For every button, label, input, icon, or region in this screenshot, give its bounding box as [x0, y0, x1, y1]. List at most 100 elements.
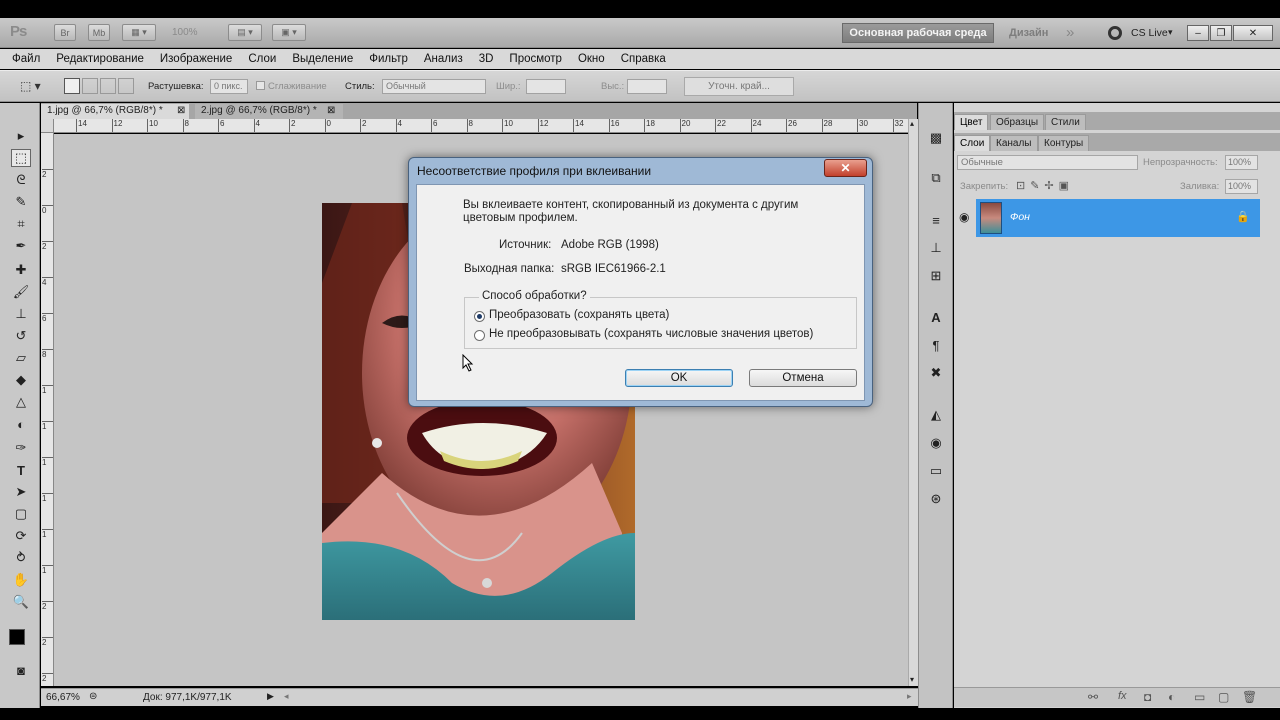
height-input[interactable]	[627, 79, 667, 94]
history-panel-icon[interactable]: ⧉	[926, 169, 946, 187]
status-icon[interactable]: ⊜	[89, 691, 97, 702]
close-tab-icon[interactable]: ⊠	[327, 105, 335, 116]
layer-row-background[interactable]: Фон 🔒	[976, 199, 1260, 237]
type-tool-icon[interactable]: T	[11, 461, 31, 479]
trash-icon[interactable]: 🗑	[1242, 690, 1257, 704]
vertical-scrollbar[interactable]: ▴ ▾	[908, 119, 918, 686]
dont-convert-option-label[interactable]: Не преобразовывать (сохранять числовые з…	[489, 328, 813, 340]
feather-input[interactable]: 0 пикс.	[210, 79, 248, 94]
layer-mask-icon[interactable]: ◘	[1144, 690, 1151, 704]
add-selection-icon[interactable]	[82, 78, 98, 94]
arrange-documents-dropdown[interactable]: ▤ ▾	[228, 24, 262, 41]
paragraph-panel-icon[interactable]: ¶	[926, 336, 946, 354]
intersect-selection-icon[interactable]	[118, 78, 134, 94]
clone-stamp-tool-icon[interactable]: ⊥	[11, 305, 31, 323]
tab-layers[interactable]: Слои	[954, 135, 991, 151]
bridge-button[interactable]: Br	[54, 24, 76, 41]
3d-rotate-tool-icon[interactable]: ⟳	[11, 527, 31, 545]
tab-document-2[interactable]: 2.jpg @ 66,7% (RGB/8*) * ⊠	[195, 104, 343, 119]
menu-file[interactable]: Файл	[12, 53, 40, 65]
menu-filter[interactable]: Фильтр	[369, 53, 408, 65]
ok-button[interactable]: OK	[625, 369, 733, 387]
scroll-right-icon[interactable]: ▸	[907, 691, 912, 702]
close-tab-icon[interactable]: ⊠	[177, 105, 185, 116]
dont-convert-radio[interactable]	[474, 330, 485, 341]
crop-tool-icon[interactable]: ⌗	[11, 215, 31, 233]
dodge-tool-icon[interactable]: ◐	[11, 415, 31, 433]
menu-image[interactable]: Изображение	[160, 53, 232, 65]
eye-visibility-icon[interactable]: ◉	[959, 210, 969, 224]
new-group-icon[interactable]: ▭	[1194, 690, 1205, 704]
layer-comps-icon[interactable]: ▭	[926, 462, 946, 480]
menu-select[interactable]: Выделение	[292, 53, 353, 65]
blur-tool-icon[interactable]: △	[11, 393, 31, 411]
lock-options-icon[interactable]: ⊡✎✢▣	[1016, 179, 1074, 192]
3d-orbit-tool-icon[interactable]: ⥁	[11, 549, 31, 567]
new-layer-icon[interactable]: ▢	[1218, 690, 1229, 704]
width-input[interactable]	[526, 79, 566, 94]
quick-select-tool-icon[interactable]: ✎	[11, 193, 31, 211]
convert-radio[interactable]	[474, 311, 485, 322]
clone-source-icon[interactable]: ⊥	[926, 239, 946, 257]
adjustment-layer-icon[interactable]: ◐	[1168, 690, 1175, 704]
paths-panel-icon[interactable]: ⊛	[926, 490, 946, 508]
refine-edge-button[interactable]: Уточн. край...	[684, 77, 794, 96]
more-workspaces-icon[interactable]: »	[1066, 24, 1074, 41]
subtract-selection-icon[interactable]	[100, 78, 116, 94]
brush-tool-icon[interactable]: 🖌	[11, 283, 31, 301]
antialias-checkbox[interactable]	[256, 81, 265, 90]
convert-option-label[interactable]: Преобразовать (сохранять цвета)	[489, 309, 669, 321]
zoom-level[interactable]: 100%	[172, 27, 198, 38]
layer-style-icon[interactable]: fx	[1118, 690, 1127, 702]
path-select-tool-icon[interactable]: ➤	[11, 483, 31, 501]
menu-edit[interactable]: Редактирование	[56, 53, 144, 65]
menu-window[interactable]: Окно	[578, 53, 605, 65]
ruler-origin[interactable]	[41, 119, 54, 133]
fill-input[interactable]: 100%	[1225, 179, 1258, 194]
view-extras-dropdown[interactable]: ▦ ▾	[122, 24, 156, 41]
restore-button[interactable]: ❐	[1210, 25, 1232, 41]
workspace-design-button[interactable]: Дизайн	[1009, 27, 1048, 39]
status-menu-arrow-icon[interactable]: ▶	[267, 691, 274, 702]
tab-channels[interactable]: Каналы	[990, 135, 1038, 151]
tool-presets-icon[interactable]: ⊞	[926, 267, 946, 285]
eyedropper-tool-icon[interactable]: ✒	[11, 237, 31, 255]
move-tool-icon[interactable]: ▸	[11, 127, 31, 145]
tab-styles[interactable]: Стили	[1045, 114, 1086, 130]
style-select[interactable]: Обычный	[382, 79, 486, 94]
menu-help[interactable]: Справка	[621, 53, 666, 65]
cancel-button[interactable]: Отмена	[749, 369, 857, 387]
cs-live-button[interactable]: CS Live	[1131, 27, 1168, 39]
minimize-button[interactable]: –	[1187, 25, 1209, 41]
new-selection-icon[interactable]	[64, 78, 80, 94]
zoom-field[interactable]: 66,67%	[46, 692, 80, 703]
foreground-color-swatch[interactable]	[9, 629, 25, 645]
adjustments-panel-icon[interactable]: ◭	[926, 406, 946, 424]
screen-mode-dropdown[interactable]: ▣ ▾	[272, 24, 306, 41]
opacity-input[interactable]: 100%	[1225, 155, 1258, 170]
scroll-down-icon[interactable]: ▾	[910, 675, 914, 684]
paint-bucket-tool-icon[interactable]: ◆	[11, 371, 31, 389]
brush-presets-icon[interactable]: ≡	[926, 211, 946, 229]
masks-panel-icon[interactable]: ◉	[926, 434, 946, 452]
link-layers-icon[interactable]: ⚯	[1088, 690, 1098, 704]
3d-panel-icon[interactable]: ✖	[926, 364, 946, 382]
character-panel-icon[interactable]: A	[926, 308, 946, 326]
menu-view[interactable]: Просмотр	[509, 53, 562, 65]
tab-swatches[interactable]: Образцы	[990, 114, 1045, 130]
lasso-tool-icon[interactable]: ᘓ	[11, 171, 31, 189]
document-info[interactable]: Док: 977,1K/977,1K	[143, 692, 232, 703]
dialog-close-button[interactable]: ✕	[824, 159, 867, 177]
mini-bridge-button[interactable]: Mb	[88, 24, 110, 41]
tab-paths[interactable]: Контуры	[1038, 135, 1090, 151]
eraser-tool-icon[interactable]: ▱	[11, 349, 31, 367]
close-window-button[interactable]: ✕	[1233, 25, 1273, 41]
scroll-up-icon[interactable]: ▴	[910, 119, 914, 128]
menu-layers[interactable]: Слои	[248, 53, 276, 65]
tab-color[interactable]: Цвет	[954, 114, 989, 130]
healing-brush-tool-icon[interactable]: ✚	[11, 261, 31, 279]
zoom-tool-icon[interactable]: 🔍	[11, 593, 31, 611]
blend-mode-select[interactable]: Обычные	[957, 155, 1138, 170]
rect-marquee-tool-icon[interactable]: ⬚	[11, 149, 31, 167]
scroll-left-icon[interactable]: ◂	[284, 691, 289, 702]
